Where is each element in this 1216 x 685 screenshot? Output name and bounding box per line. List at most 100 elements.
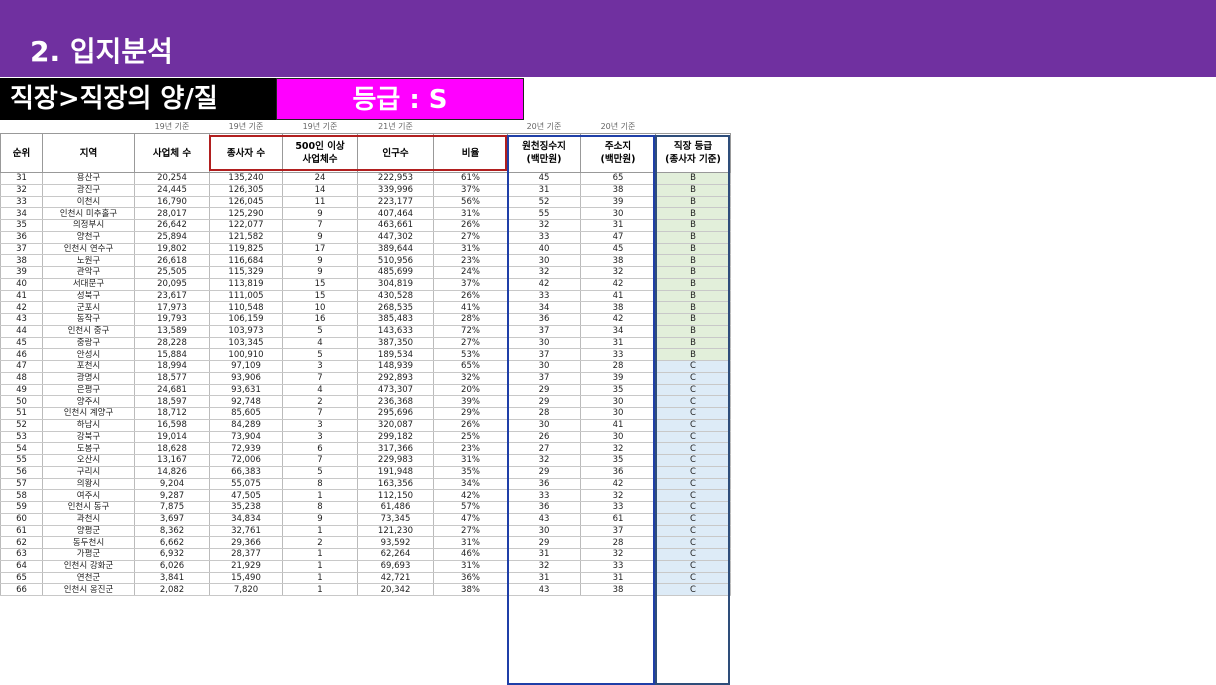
cell-rank: 43	[0, 313, 43, 326]
cell-ratio: 26%	[433, 219, 508, 232]
cell-address-income: 32	[580, 442, 656, 455]
cell-large-business-count: 9	[282, 231, 358, 244]
cell-withholding-income: 42	[507, 278, 581, 291]
cell-region: 과천시	[42, 513, 135, 526]
cell-workplace-grade: C	[655, 548, 731, 561]
table-row: 59 인천시 동구 7,875 35,238 8 61,486 57% 36 33 C	[0, 501, 731, 514]
cell-employee-count: 122,077	[209, 219, 283, 232]
cell-business-count: 20,254	[134, 172, 210, 185]
cell-region: 광명시	[42, 372, 135, 385]
cell-address-income: 30	[580, 207, 656, 220]
cell-address-income: 32	[580, 489, 656, 502]
cell-region: 서대문구	[42, 278, 135, 291]
cell-employee-count: 93,631	[209, 384, 283, 397]
cell-large-business-count: 3	[282, 419, 358, 432]
cell-employee-count: 116,684	[209, 254, 283, 267]
cell-employee-count: 110,548	[209, 301, 283, 314]
cell-large-business-count: 15	[282, 290, 358, 303]
cell-workplace-grade: C	[655, 454, 731, 467]
table-row: 66 인천시 옹진군 2,082 7,820 1 20,342 38% 43 38 C	[0, 583, 731, 596]
cell-workplace-grade: C	[655, 395, 731, 408]
cell-workplace-grade: B	[655, 184, 731, 197]
cell-population: 112,150	[357, 489, 434, 502]
cell-address-income: 47	[580, 231, 656, 244]
cell-rank: 50	[0, 395, 43, 408]
cell-address-income: 32	[580, 266, 656, 279]
table-row: 46 안성시 15,884 100,910 5 189,534 53% 37 33 B	[0, 348, 731, 361]
cell-large-business-count: 9	[282, 513, 358, 526]
cell-employee-count: 35,238	[209, 501, 283, 514]
cell-region: 가평군	[42, 548, 135, 561]
cell-large-business-count: 4	[282, 337, 358, 350]
cell-employee-count: 93,906	[209, 372, 283, 385]
cell-workplace-grade: B	[655, 207, 731, 220]
cell-employee-count: 28,377	[209, 548, 283, 561]
cell-population: 69,693	[357, 560, 434, 573]
table-body: 31 용산구 20,254 135,240 24 222,953 61% 45 65 B 32 광진구…	[0, 172, 731, 596]
cell-large-business-count: 14	[282, 184, 358, 197]
cell-ratio: 29%	[433, 407, 508, 420]
cell-population: 389,644	[357, 243, 434, 256]
basis-employee-count: 19년 기준	[228, 122, 264, 131]
cell-population: 463,661	[357, 219, 434, 232]
cell-population: 163,356	[357, 478, 434, 491]
workplace-table-sheet: 19년 기준 19년 기준 19년 기준 21년 기준 20년 기준 20년 기준 순위 지…	[0, 121, 731, 596]
cell-rank: 57	[0, 478, 43, 491]
cell-population: 268,535	[357, 301, 434, 314]
table-row: 64 인천시 강화군 6,026 21,929 1 69,693 31% 32 33 C	[0, 560, 731, 573]
cell-region: 군포시	[42, 301, 135, 314]
cell-business-count: 19,802	[134, 243, 210, 256]
cell-ratio: 72%	[433, 325, 508, 338]
table-row: 58 여주시 9,287 47,505 1 112,150 42% 33 32 C	[0, 489, 731, 502]
cell-workplace-grade: C	[655, 513, 731, 526]
cell-workplace-grade: C	[655, 501, 731, 514]
cell-ratio: 47%	[433, 513, 508, 526]
cell-ratio: 61%	[433, 172, 508, 185]
cell-rank: 44	[0, 325, 43, 338]
cell-employee-count: 100,910	[209, 348, 283, 361]
cell-ratio: 26%	[433, 290, 508, 303]
cell-withholding-income: 32	[507, 454, 581, 467]
cell-large-business-count: 2	[282, 536, 358, 549]
cell-large-business-count: 8	[282, 501, 358, 514]
cell-withholding-income: 33	[507, 290, 581, 303]
cell-withholding-income: 31	[507, 548, 581, 561]
cell-withholding-income: 33	[507, 489, 581, 502]
cell-large-business-count: 5	[282, 348, 358, 361]
table-row: 42 군포시 17,973 110,548 10 268,535 41% 34 38 B	[0, 301, 731, 314]
cell-rank: 38	[0, 254, 43, 267]
cell-address-income: 28	[580, 536, 656, 549]
cell-address-income: 33	[580, 560, 656, 573]
cell-ratio: 27%	[433, 337, 508, 350]
basis-business-count: 19년 기준	[154, 122, 190, 131]
basis-address-income: 20년 기준	[600, 122, 636, 131]
cell-address-income: 42	[580, 478, 656, 491]
cell-address-income: 30	[580, 431, 656, 444]
table-row: 62 동두천시 6,662 29,366 2 93,592 31% 29 28 C	[0, 536, 731, 549]
cell-workplace-grade: B	[655, 243, 731, 256]
table-row: 49 은평구 24,681 93,631 4 473,307 20% 29 35 C	[0, 384, 731, 397]
cell-region: 연천군	[42, 572, 135, 585]
cell-business-count: 17,973	[134, 301, 210, 314]
column-header-ratio: 비율	[433, 133, 508, 173]
cell-ratio: 31%	[433, 454, 508, 467]
cell-region: 인천시 미추홀구	[42, 207, 135, 220]
table-row: 32 광진구 24,445 126,305 14 339,996 37% 31 38 B	[0, 184, 731, 197]
cell-workplace-grade: B	[655, 266, 731, 279]
cell-employee-count: 15,490	[209, 572, 283, 585]
cell-region: 구리시	[42, 466, 135, 479]
cell-address-income: 31	[580, 219, 656, 232]
cell-employee-count: 125,290	[209, 207, 283, 220]
cell-rank: 40	[0, 278, 43, 291]
cell-population: 222,953	[357, 172, 434, 185]
cell-workplace-grade: C	[655, 536, 731, 549]
cell-population: 191,948	[357, 466, 434, 479]
cell-region: 인천시 동구	[42, 501, 135, 514]
basis-year-row: 19년 기준 19년 기준 19년 기준 21년 기준 20년 기준 20년 기준	[1, 121, 731, 134]
cell-population: 295,696	[357, 407, 434, 420]
cell-ratio: 65%	[433, 360, 508, 373]
cell-address-income: 33	[580, 501, 656, 514]
basis-population: 21년 기준	[378, 122, 413, 131]
cell-region: 오산시	[42, 454, 135, 467]
cell-large-business-count: 2	[282, 395, 358, 408]
